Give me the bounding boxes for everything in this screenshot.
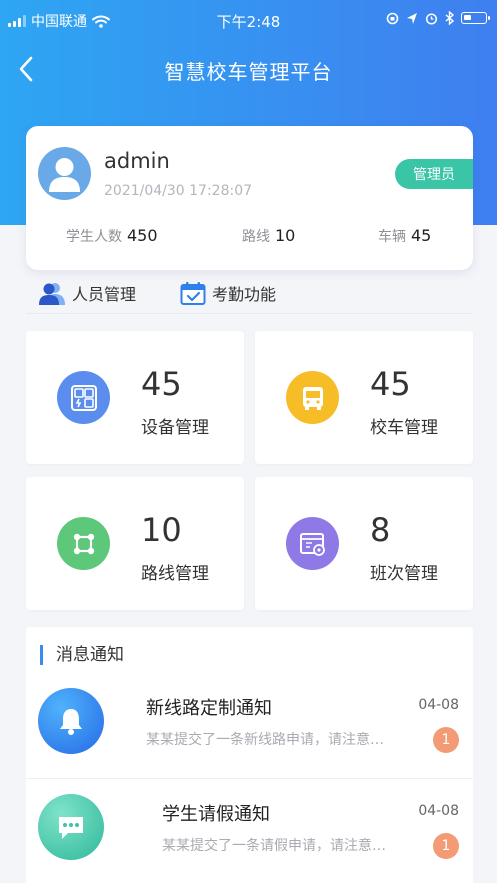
notice-date: 04-08: [418, 697, 459, 713]
bell-icon: [38, 688, 104, 754]
role-badge: 管理员: [395, 159, 473, 189]
stat-students: 学生人数 450: [66, 226, 158, 246]
route-icon: [57, 517, 110, 570]
notice-title: 新线路定制通知: [146, 698, 272, 719]
tile-count: 45: [370, 365, 411, 403]
user-name: admin: [104, 149, 170, 173]
notice-item[interactable]: 新线路定制通知 04-08 某某提交了一条新线路申请，请注意… 1: [26, 679, 473, 779]
location-icon: [407, 12, 417, 24]
calendar-check-icon: [180, 282, 206, 305]
attendance-label: 考勤功能: [212, 285, 277, 304]
stat-label: 路线: [242, 229, 270, 245]
avatar[interactable]: [38, 147, 91, 200]
tile-count: 10: [141, 511, 182, 549]
chat-icon: [38, 794, 104, 860]
notice-item[interactable]: 学生请假通知 04-08 某某提交了一条请假申请，请注意… 1: [26, 785, 473, 883]
screen-lock-icon: [386, 12, 399, 24]
tile-label: 设备管理: [141, 418, 209, 438]
staff-management-label: 人员管理: [72, 285, 137, 304]
user-card: admin 2021/04/30 17:28:07 管理员 学生人数 450 路…: [26, 126, 473, 270]
notice-summary: 某某提交了一条请假申请，请注意…: [162, 838, 386, 854]
notice-summary: 某某提交了一条新线路申请，请注意…: [146, 732, 384, 748]
staff-management-link[interactable]: 人员管理: [38, 281, 136, 305]
unread-badge: 1: [433, 727, 459, 753]
stat-value: 45: [411, 226, 432, 245]
stat-routes: 路线 10: [242, 226, 295, 246]
stat-label: 学生人数: [66, 229, 122, 245]
stat-value: 450: [127, 226, 158, 245]
bus-icon: [286, 371, 339, 424]
attendance-link[interactable]: 考勤功能: [180, 281, 276, 305]
notice-panel: 消息通知 新线路定制通知 04-08 某某提交了一条新线路申请，请注意… 1 学…: [26, 627, 473, 883]
tile-label: 校车管理: [370, 418, 438, 438]
status-bar: 中国联通 下午2:48: [0, 0, 497, 40]
schedule-icon: [286, 517, 339, 570]
device-icon: [57, 371, 110, 424]
stat-label: 车辆: [378, 229, 406, 245]
people-icon: [39, 283, 65, 305]
page-title: 智慧校车管理平台: [164, 60, 333, 84]
notice-title: 学生请假通知: [162, 804, 270, 825]
notice-section-title: 消息通知: [40, 645, 124, 665]
schedule-management-tile[interactable]: 8 班次管理: [255, 477, 473, 610]
unread-badge: 1: [433, 833, 459, 859]
battery-icon: [461, 12, 490, 24]
tile-label: 班次管理: [370, 564, 438, 584]
tile-count: 45: [141, 365, 182, 403]
status-right: [386, 11, 490, 25]
user-avatar-icon: [49, 158, 80, 192]
notice-date: 04-08: [418, 803, 459, 819]
device-management-tile[interactable]: 45 设备管理: [26, 331, 244, 464]
tile-count: 8: [370, 511, 391, 549]
bus-management-tile[interactable]: 45 校车管理: [255, 331, 473, 464]
stat-value: 10: [275, 226, 296, 245]
stat-vehicles: 车辆 45: [378, 226, 431, 246]
bluetooth-icon: [445, 11, 454, 25]
tile-label: 路线管理: [141, 564, 209, 584]
login-time: 2021/04/30 17:28:07: [104, 183, 253, 199]
alarm-icon: [425, 12, 438, 25]
route-management-tile[interactable]: 10 路线管理: [26, 477, 244, 610]
quick-links: 人员管理 考勤功能: [26, 272, 473, 314]
